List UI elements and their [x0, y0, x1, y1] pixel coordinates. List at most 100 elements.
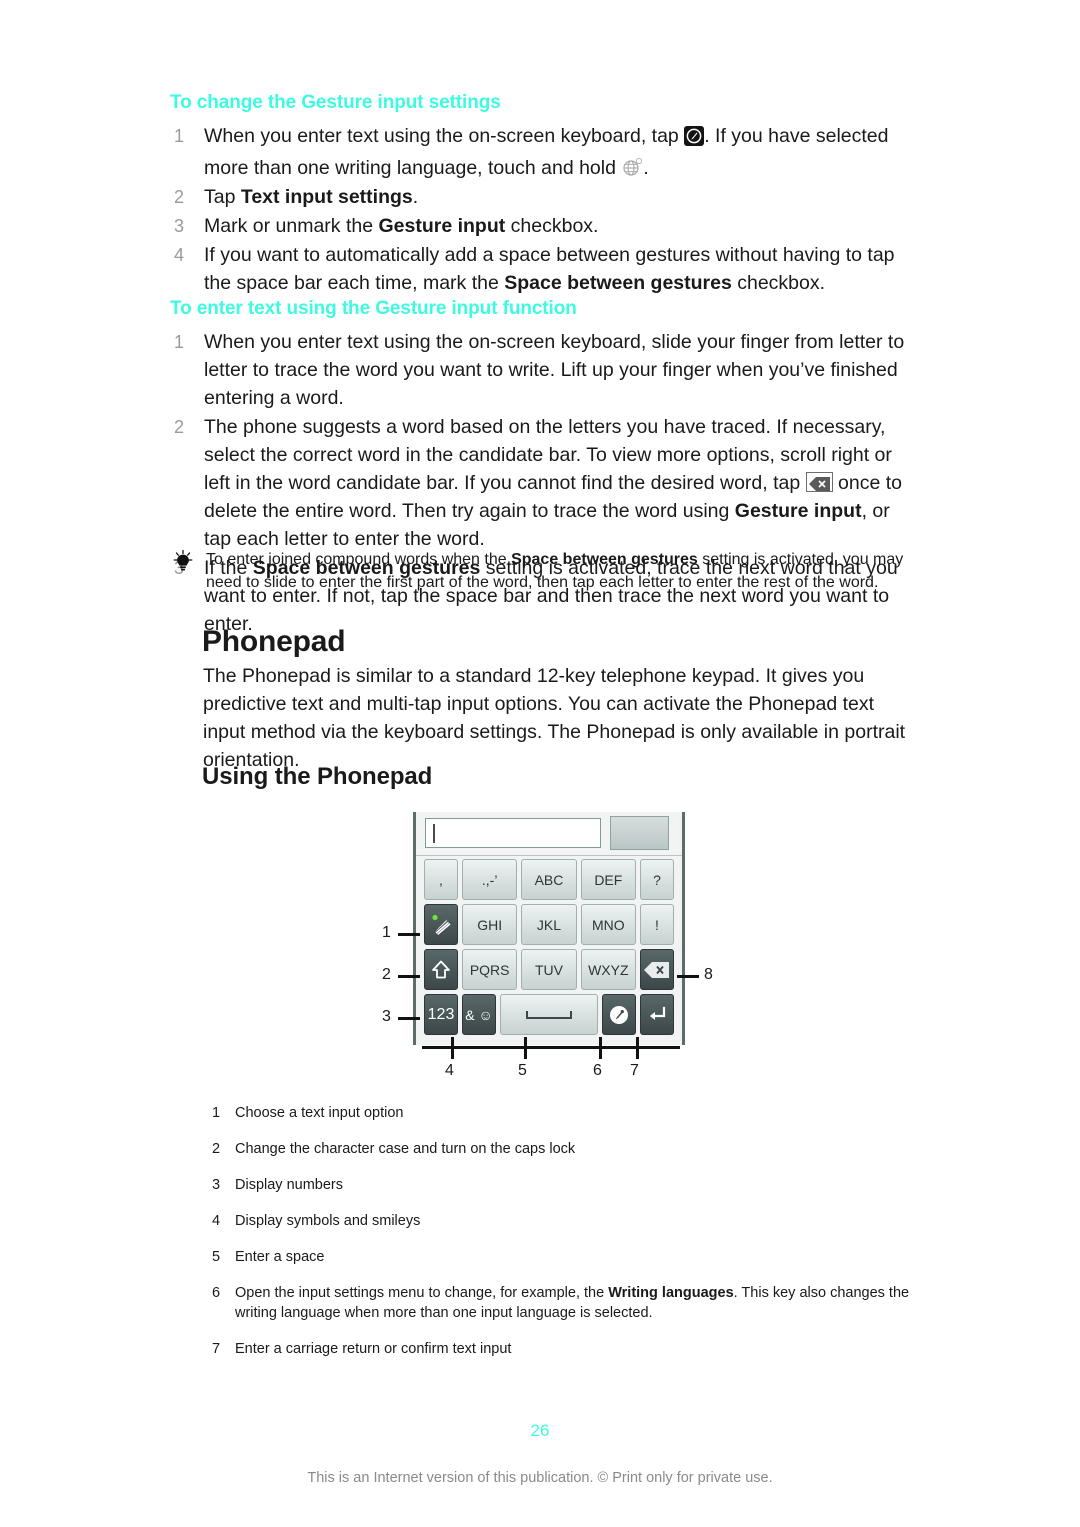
phonepad-figure: , .,-’ ABC DEF? GHI JKL MNO! PQRS TUV WXYZ 123 & ☺ …	[370, 805, 730, 1095]
step-number: 2	[174, 187, 185, 207]
procedure-heading: To enter text using the Gesture input fu…	[170, 298, 577, 319]
key-label: GHI	[477, 916, 503, 933]
key-label: PQRS	[469, 961, 510, 978]
emphasised-term: Gesture input	[734, 500, 862, 522]
page-number: 26	[530, 1421, 550, 1440]
step-text: Tap Text input settings.	[204, 186, 419, 208]
leader-line-2	[398, 975, 420, 978]
leader-line-6	[599, 1037, 602, 1059]
footer-note: This is an Internet version of this publ…	[307, 1470, 773, 1486]
keypad-rows: , .,-’ ABC DEF? GHI JKL MNO! PQRS TUV WXYZ 123 & ☺	[416, 857, 682, 1037]
keypad-row: , .,-’ ABC DEF?	[416, 857, 682, 902]
legend-text: Display symbols and smileys	[235, 1213, 421, 1229]
using-the-phonepad-heading: Using the Phonepad	[202, 763, 433, 790]
keypad-row: 123 & ☺	[416, 992, 682, 1037]
tip-text: To enter joined compound words when the …	[206, 551, 904, 591]
legend-number: 3	[212, 1177, 221, 1193]
leader-line-5	[524, 1037, 527, 1059]
step-text: If you want to automatically add a space…	[204, 244, 895, 294]
key-backspace[interactable]	[639, 949, 674, 990]
key-enter[interactable]	[640, 994, 674, 1035]
settings-key-icon	[684, 126, 705, 154]
legend-text: Open the input settings menu to change, …	[235, 1285, 910, 1321]
legend-text: Enter a carriage return or confirm text …	[235, 1341, 512, 1357]
procedure-step-list: 1 When you enter text using the on-screen…	[170, 122, 910, 297]
legend-item: 7 Enter a carriage return or confirm text…	[212, 1339, 912, 1359]
shift-arrow-icon	[429, 958, 453, 982]
key-shift[interactable]	[424, 949, 458, 990]
key-ghi[interactable]: GHI	[462, 904, 518, 945]
legend-item: 2 Change the character case and turn on t…	[212, 1139, 912, 1159]
key-label: MNO	[591, 916, 625, 933]
backspace-icon	[643, 960, 671, 980]
key-tuv[interactable]: TUV	[521, 949, 577, 990]
phonepad-body-paragraph: The Phonepad is similar to a standard 12…	[203, 665, 906, 771]
step-number: 1	[174, 332, 185, 352]
document-page: To change the Gesture input settings 1 Whe…	[0, 0, 1080, 1527]
key-label: .,-’	[481, 871, 498, 888]
phonepad-heading: Phonepad	[202, 625, 346, 658]
key-label: ?	[653, 871, 661, 888]
leader-line-3	[398, 1017, 420, 1020]
step-text: When you enter text using the on-screen …	[204, 331, 905, 409]
key-label: JKL	[536, 916, 562, 933]
step-number: 2	[174, 417, 185, 437]
key-exclamation[interactable]: !	[639, 904, 674, 945]
callout-6: 6	[593, 1062, 602, 1079]
procedure-step: 2 The phone suggests a word based on the …	[170, 413, 910, 553]
key-question[interactable]: ?	[639, 859, 674, 900]
key-label: ,	[439, 871, 443, 888]
legend-text: Enter a space	[235, 1249, 325, 1265]
legend-number: 1	[212, 1105, 221, 1121]
procedure-step: 3 Mark or unmark the Gesture input checkb…	[170, 212, 910, 240]
key-input-settings[interactable]	[602, 994, 636, 1035]
space-icon	[519, 1007, 579, 1023]
leader-line-4	[451, 1037, 454, 1059]
key-abc[interactable]: ABC	[521, 859, 577, 900]
key-space[interactable]	[500, 994, 598, 1035]
key-label: DEF	[594, 871, 623, 888]
step-text: The phone suggests a word based on the l…	[204, 416, 903, 550]
step-number: 4	[174, 245, 185, 265]
key-pqrs[interactable]: PQRS	[462, 949, 518, 990]
keypad-row: PQRS TUV WXYZ	[416, 947, 682, 992]
key-comma[interactable]: ,	[424, 859, 458, 900]
key-punctuation[interactable]: .,-’	[462, 859, 518, 900]
pencil-stack-icon	[428, 912, 454, 938]
emphasised-term: Writing languages	[608, 1285, 734, 1301]
key-numbers[interactable]: 123	[424, 994, 458, 1035]
callout-8: 8	[704, 966, 713, 983]
legend-item: 6 Open the input settings menu to change,…	[212, 1283, 912, 1323]
candidate-scroll-button[interactable]	[610, 816, 669, 850]
leader-baseline	[422, 1046, 680, 1049]
word-candidate-field[interactable]	[425, 818, 601, 848]
key-wxyz[interactable]: WXYZ	[580, 949, 636, 990]
key-mno[interactable]: MNO	[580, 904, 636, 945]
legend-number: 7	[212, 1341, 221, 1357]
legend-item: 5 Enter a space	[212, 1247, 912, 1267]
key-label: TUV	[534, 961, 563, 978]
key-symbols-smileys[interactable]: & ☺	[462, 994, 496, 1035]
legend-item: 3 Display numbers	[212, 1175, 912, 1195]
callout-3: 3	[382, 1008, 391, 1025]
step-number: 3	[174, 216, 185, 236]
legend-text: Change the character case and turn on th…	[235, 1141, 576, 1157]
legend-text: Choose a text input option	[235, 1105, 404, 1121]
legend-number: 2	[212, 1141, 221, 1157]
leader-line-8	[677, 975, 699, 978]
procedure-step: 4 If you want to automatically add a spac…	[170, 241, 910, 297]
procedure-step: 1 When you enter text using the on-screen…	[170, 122, 910, 182]
figure-legend: 1 Choose a text input option 2 Change the c…	[212, 1103, 912, 1375]
legend-number: 5	[212, 1249, 221, 1265]
key-jkl[interactable]: JKL	[521, 904, 577, 945]
callout-2: 2	[382, 966, 391, 983]
step-text: Mark or unmark the Gesture input checkbo…	[204, 215, 599, 237]
key-label: !	[655, 916, 659, 933]
key-text-input-option[interactable]	[424, 904, 458, 945]
lightbulb-icon	[170, 549, 196, 575]
globe-icon	[621, 155, 643, 177]
emphasised-term: Gesture input	[378, 215, 506, 237]
leader-line-1	[398, 933, 420, 936]
key-def[interactable]: DEF	[580, 859, 636, 900]
delete-key-icon	[805, 472, 833, 492]
